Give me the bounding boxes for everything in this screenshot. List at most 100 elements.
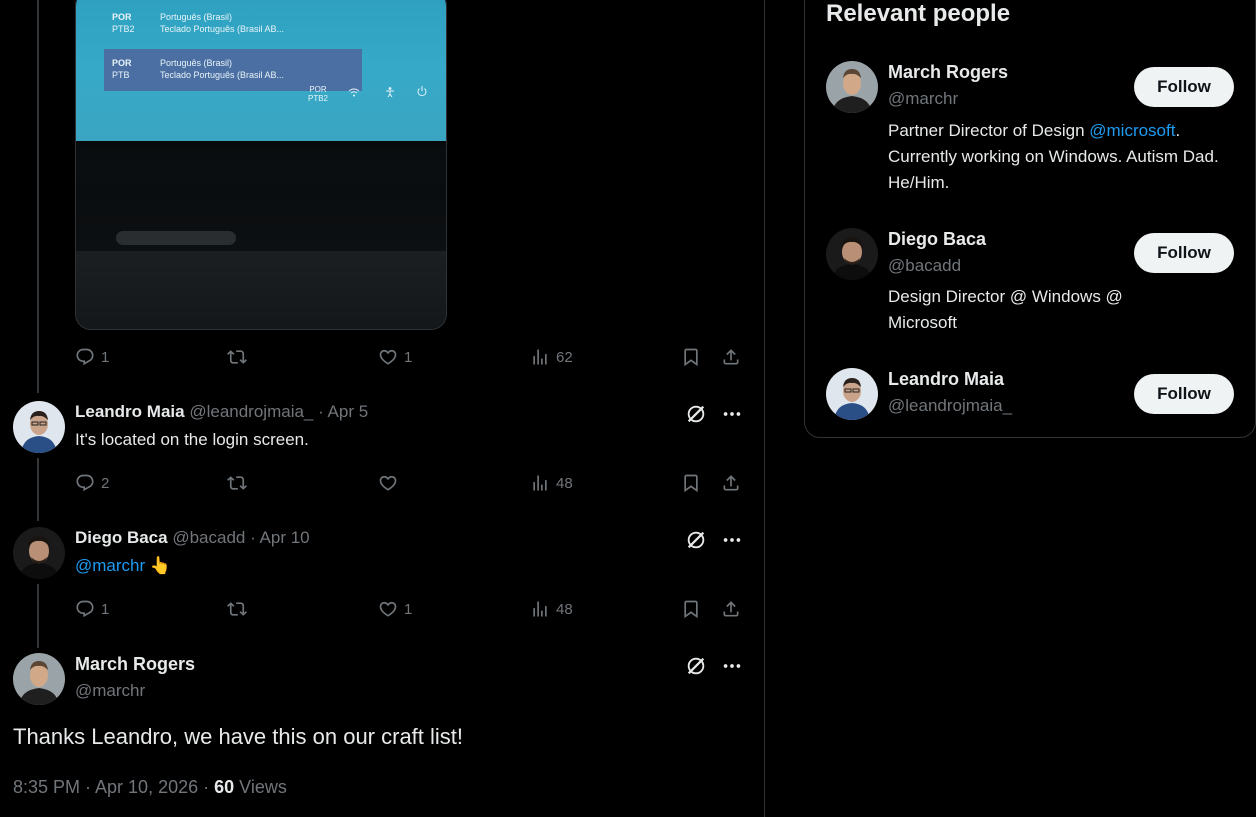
tweet-timestamp[interactable]: 8:35 PM · Apr 10, 2026 · — [13, 777, 214, 797]
avatar[interactable] — [826, 228, 878, 280]
bookmark-button[interactable] — [681, 472, 701, 494]
avatar[interactable] — [826, 61, 878, 113]
author-name[interactable]: Diego Baca — [75, 528, 168, 547]
bookmark-button[interactable] — [681, 346, 701, 368]
grok-icon — [685, 403, 707, 425]
person-handle[interactable]: @bacadd — [888, 256, 961, 276]
follow-button[interactable]: Follow — [1134, 233, 1234, 273]
power-icon — [416, 85, 428, 99]
photo-language-row: POR PTB2 Português (Brasil) Teclado Portug… — [112, 12, 285, 34]
share-icon — [721, 347, 741, 367]
grok-icon — [685, 529, 707, 551]
views-count: 62 — [556, 348, 573, 366]
reply-text: @marchr 👆 — [75, 556, 171, 576]
person-name[interactable]: Diego Baca — [888, 229, 986, 250]
follow-button[interactable]: Follow — [1134, 374, 1234, 414]
bookmark-button[interactable] — [681, 598, 701, 620]
reply-text: It's located on the login screen. — [75, 430, 309, 449]
column-divider — [764, 0, 765, 817]
avatar[interactable] — [13, 527, 65, 579]
photo-screen-area: POR PTB2 Português (Brasil) Teclado Portug… — [76, 0, 446, 141]
more-icon — [721, 655, 743, 677]
reply-count: 1 — [101, 348, 110, 366]
avatar[interactable] — [13, 401, 65, 453]
author-meta[interactable]: @leandrojmaia_ · Apr 5 — [189, 402, 368, 421]
tweet-views-count: 60 — [214, 777, 235, 797]
like-button[interactable]: 1 — [378, 346, 412, 368]
follow-button[interactable]: Follow — [1134, 67, 1234, 107]
reply-button[interactable]: 1 — [75, 346, 109, 368]
bookmark-icon — [681, 347, 701, 367]
reply-icon — [75, 473, 95, 493]
reply-button[interactable]: 2 — [75, 472, 109, 494]
repost-icon — [227, 473, 247, 493]
thread-line — [37, 584, 39, 648]
pointing-up-emoji: 👆 — [149, 556, 172, 575]
tweet-action-bar: 2 48 — [75, 472, 747, 494]
share-icon — [721, 473, 741, 493]
tweet-meta: 8:35 PM · Apr 10, 2026 · 60 Views — [13, 777, 287, 798]
grok-button[interactable] — [685, 403, 707, 425]
more-button[interactable] — [721, 529, 743, 551]
like-icon — [378, 347, 398, 367]
photo-bezel-reflection — [116, 231, 236, 245]
author-name[interactable]: March Rogers — [75, 654, 195, 675]
person-bio: Design Director @ Windows @ Microsoft — [888, 287, 1123, 332]
share-button[interactable] — [721, 598, 741, 620]
tweet-action-bar: 1 1 62 — [75, 346, 747, 368]
grok-button[interactable] — [685, 655, 707, 677]
views-icon — [530, 599, 550, 619]
person-handle[interactable]: @marchr — [888, 89, 958, 109]
repost-button[interactable] — [227, 598, 253, 620]
views-count: 48 — [556, 474, 573, 492]
share-button[interactable] — [721, 472, 741, 494]
relevant-people-title: Relevant people — [826, 0, 1011, 27]
share-icon — [721, 599, 741, 619]
reply-header: Diego Baca @bacadd · Apr 10 — [75, 528, 310, 548]
grok-button[interactable] — [685, 529, 707, 551]
tweet-views-label: Views — [234, 777, 287, 797]
avatar[interactable] — [13, 653, 65, 705]
reply-button[interactable]: 1 — [75, 598, 109, 620]
like-icon — [378, 473, 398, 493]
relevant-people-card — [804, 0, 1256, 438]
author-meta[interactable]: @bacadd · Apr 10 — [172, 528, 309, 547]
bookmark-icon — [681, 599, 701, 619]
person-handle[interactable]: @leandrojmaia_ — [888, 396, 1012, 416]
share-button[interactable] — [721, 346, 741, 368]
person-name[interactable]: Leandro Maia — [888, 369, 1004, 390]
views-button[interactable]: 48 — [530, 598, 573, 620]
tweet-text: Thanks Leandro, we have this on our craf… — [13, 724, 464, 749]
repost-button[interactable] — [227, 346, 253, 368]
mention-link[interactable]: @marchr — [75, 556, 145, 575]
reply-header: Leandro Maia @leandrojmaia_ · Apr 5 — [75, 402, 368, 422]
reply-icon — [75, 347, 95, 367]
author-name[interactable]: Leandro Maia — [75, 402, 185, 421]
tweet-action-bar: 1 1 48 — [75, 598, 747, 620]
person-bio: Partner Director of Design @microsoft. C… — [888, 121, 1219, 192]
thread-line — [37, 0, 39, 393]
more-button[interactable] — [721, 403, 743, 425]
author-handle[interactable]: @marchr — [75, 681, 145, 701]
mention-link[interactable]: @microsoft — [1089, 121, 1175, 140]
photo-desk — [76, 251, 446, 329]
views-button[interactable]: 48 — [530, 472, 573, 494]
wifi-icon — [348, 87, 360, 99]
more-icon — [721, 403, 743, 425]
accessibility-icon — [384, 86, 396, 100]
views-count: 48 — [556, 600, 573, 618]
repost-icon — [227, 599, 247, 619]
like-button[interactable] — [378, 472, 404, 494]
grok-icon — [685, 655, 707, 677]
views-icon — [530, 347, 550, 367]
reply-count: 1 — [101, 600, 110, 618]
views-icon — [530, 473, 550, 493]
person-name[interactable]: March Rogers — [888, 62, 1008, 83]
repost-icon — [227, 347, 247, 367]
like-button[interactable]: 1 — [378, 598, 412, 620]
more-button[interactable] — [721, 655, 743, 677]
views-button[interactable]: 62 — [530, 346, 573, 368]
repost-button[interactable] — [227, 472, 253, 494]
tweet-photo[interactable]: POR PTB2 Português (Brasil) Teclado Portug… — [75, 0, 447, 330]
avatar[interactable] — [826, 368, 878, 420]
